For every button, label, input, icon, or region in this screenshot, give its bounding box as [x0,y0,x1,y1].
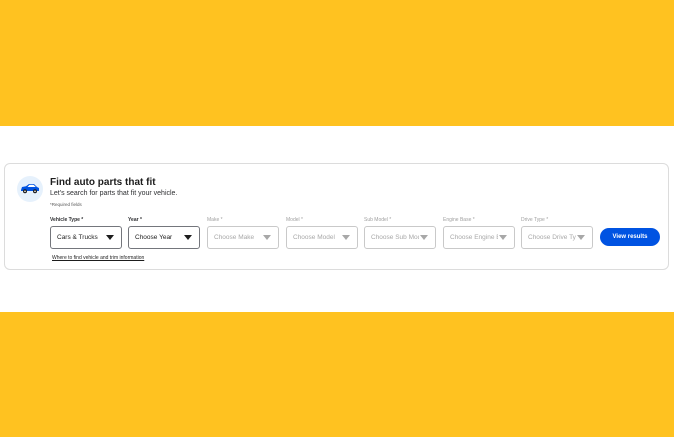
make-field: Make * Choose Make [207,216,279,249]
model-field: Model * Choose Model [286,216,358,249]
vehicle-type-label: Vehicle Type * [50,217,84,223]
year-value: Choose Year [135,234,173,241]
make-select[interactable]: Choose Make [207,226,279,249]
auto-parts-finder-card: Find auto parts that fit Let's search fo… [4,163,669,270]
sub-model-value: Choose Sub Model [371,234,419,241]
car-icon [17,176,43,202]
year-label: Year * [128,217,142,223]
vehicle-type-value: Cars & Trucks [57,234,98,241]
engine-base-select[interactable]: Choose Engine Base [443,226,515,249]
engine-base-field: Engine Base * Choose Engine Base [443,216,515,249]
engine-base-value: Choose Engine Base [450,234,498,241]
chevron-down-icon [106,235,114,240]
finder-subtitle: Let's search for parts that fit your veh… [50,190,178,197]
drive-type-label: Drive Type * [521,217,549,223]
chevron-down-icon [342,235,350,240]
vehicle-type-select[interactable]: Cars & Trucks [50,226,122,249]
chevron-down-icon [499,235,507,240]
vehicle-info-help-link[interactable]: Where to find vehicle and trim informati… [52,255,144,261]
make-value: Choose Make [214,234,255,241]
sub-model-label: Sub Model * [364,217,392,223]
view-results-button[interactable]: View results [600,228,660,246]
make-label: Make * [207,217,223,223]
drive-type-field: Drive Type * Choose Drive Type [521,216,593,249]
finder-title: Find auto parts that fit [50,177,156,188]
year-select[interactable]: Choose Year [128,226,200,249]
drive-type-value: Choose Drive Type [528,234,576,241]
top-yellow-banner [0,0,674,126]
sub-model-select[interactable]: Choose Sub Model [364,226,436,249]
model-select[interactable]: Choose Model [286,226,358,249]
bottom-yellow-banner [0,312,674,437]
drive-type-select[interactable]: Choose Drive Type [521,226,593,249]
chevron-down-icon [184,235,192,240]
chevron-down-icon [263,235,271,240]
required-fields-note: *Required fields [50,202,82,207]
chevron-down-icon [420,235,428,240]
model-label: Model * [286,217,303,223]
vehicle-type-field: Vehicle Type * Cars & Trucks [50,216,122,249]
sub-model-field: Sub Model * Choose Sub Model [364,216,436,249]
chevron-down-icon [577,235,585,240]
year-field: Year * Choose Year [128,216,200,249]
engine-base-label: Engine Base * [443,217,475,223]
model-value: Choose Model [293,234,335,241]
